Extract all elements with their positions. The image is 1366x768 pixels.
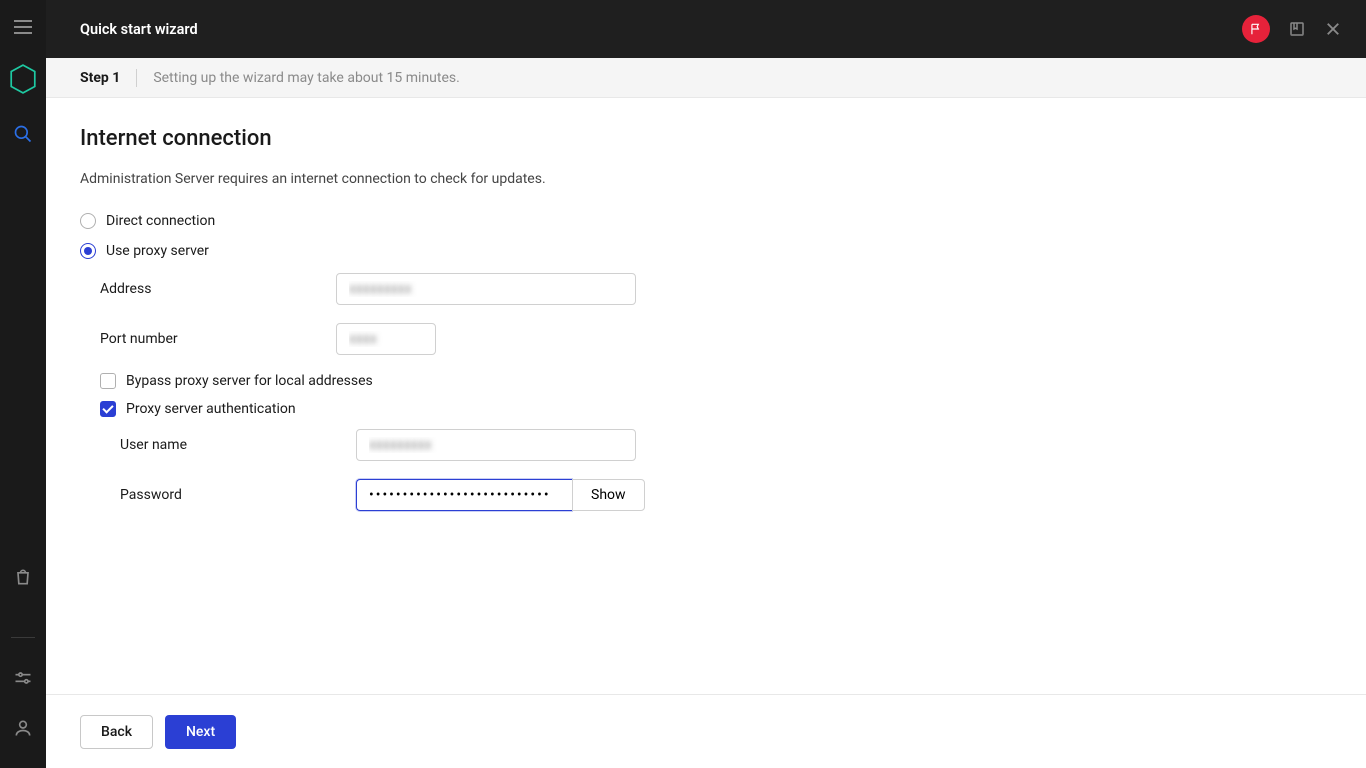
user-icon[interactable] (13, 718, 33, 738)
radio-direct-connection[interactable]: Direct connection (80, 213, 1332, 229)
checkbox-icon (100, 401, 116, 417)
menu-icon[interactable] (14, 20, 32, 34)
step-label: Step 1 (80, 70, 120, 86)
radio-label: Direct connection (106, 213, 215, 229)
step-bar: Step 1 Setting up the wizard may take ab… (46, 58, 1366, 98)
step-description: Setting up the wizard may take about 15 … (153, 70, 460, 86)
radio-label: Use proxy server (106, 243, 209, 259)
sliders-icon[interactable] (13, 668, 33, 688)
radio-icon (80, 213, 96, 229)
port-input[interactable] (336, 323, 436, 355)
username-input[interactable] (356, 429, 636, 461)
flag-icon (1249, 22, 1263, 36)
wizard-header: Quick start wizard (46, 0, 1366, 58)
checkbox-proxy-auth[interactable]: Proxy server authentication (100, 401, 1332, 417)
radio-use-proxy[interactable]: Use proxy server (80, 243, 1332, 259)
password-input[interactable] (356, 479, 572, 511)
page-heading: Internet connection (80, 126, 1332, 151)
close-icon[interactable] (1324, 20, 1342, 38)
step-divider (136, 69, 137, 87)
address-label: Address (100, 281, 336, 297)
checkbox-bypass-local[interactable]: Bypass proxy server for local addresses (100, 373, 1332, 389)
address-input[interactable] (336, 273, 636, 305)
sidebar-divider (11, 637, 35, 638)
search-icon[interactable] (13, 124, 33, 144)
port-label: Port number (100, 331, 336, 347)
bookmark-icon[interactable] (1288, 20, 1306, 38)
password-label: Password (120, 487, 356, 503)
checkbox-label: Bypass proxy server for local addresses (126, 373, 373, 389)
bag-icon[interactable] (13, 567, 33, 587)
back-button[interactable]: Back (80, 715, 153, 749)
radio-icon (80, 243, 96, 259)
checkbox-icon (100, 373, 116, 389)
flag-button[interactable] (1242, 15, 1270, 43)
next-button[interactable]: Next (165, 715, 236, 749)
username-label: User name (120, 437, 356, 453)
app-logo-icon (10, 64, 36, 94)
checkbox-label: Proxy server authentication (126, 401, 296, 417)
wizard-footer: Back Next (46, 694, 1366, 768)
wizard-content: Internet connection Administration Serve… (46, 98, 1366, 694)
page-subtext: Administration Server requires an intern… (80, 171, 1332, 187)
wizard-title: Quick start wizard (80, 21, 198, 38)
show-password-button[interactable]: Show (572, 479, 645, 511)
app-sidebar (0, 0, 46, 768)
